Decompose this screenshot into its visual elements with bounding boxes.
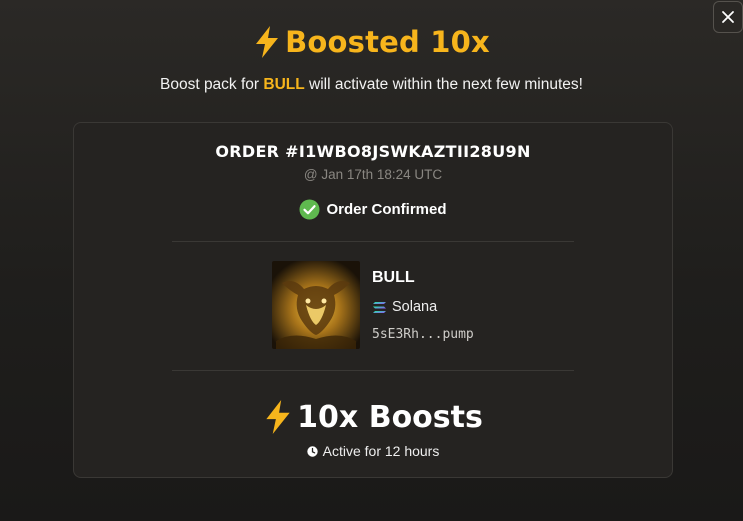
order-card: ORDER #I1WBO8JSWKAZTII28U9N @ Jan 17th 1… — [73, 122, 673, 478]
order-timestamp: @ Jan 17th 18:24 UTC — [303, 167, 443, 182]
chain-name: Solana — [392, 299, 438, 315]
token-name: BULL — [372, 269, 415, 286]
subtitle: Boost pack for BULL will activate within… — [0, 76, 743, 94]
duration-text: Active for 12 hours — [322, 443, 440, 459]
modal-title: Boosted 10x — [0, 22, 743, 62]
divider — [172, 241, 574, 242]
boost-duration: Active for 12 hours — [74, 442, 672, 460]
lightning-bolt-icon — [256, 26, 279, 58]
solana-icon — [373, 301, 386, 313]
token-chain: Solana — [372, 298, 437, 316]
bull-token-image — [272, 261, 360, 349]
clock-icon — [306, 445, 318, 457]
subtitle-suffix: will activate within the next few minute… — [304, 76, 583, 93]
order-id: ORDER #I1WBO8JSWKAZTII28U9N — [215, 142, 531, 161]
status-text: Order Confirmed — [326, 200, 447, 218]
title-text: Boosted 10x — [285, 25, 490, 59]
subtitle-token: BULL — [263, 76, 305, 93]
boost-summary: 10x Boosts — [74, 396, 672, 438]
order-status: Order Confirmed — [74, 198, 672, 220]
token-address[interactable]: 5sE3Rh...pump — [372, 327, 474, 342]
boost-label: 10x Boosts — [297, 399, 483, 435]
check-circle-icon — [299, 199, 320, 219]
lightning-bolt-icon — [266, 400, 290, 434]
divider — [172, 370, 574, 371]
subtitle-prefix: Boost pack for — [160, 76, 264, 93]
